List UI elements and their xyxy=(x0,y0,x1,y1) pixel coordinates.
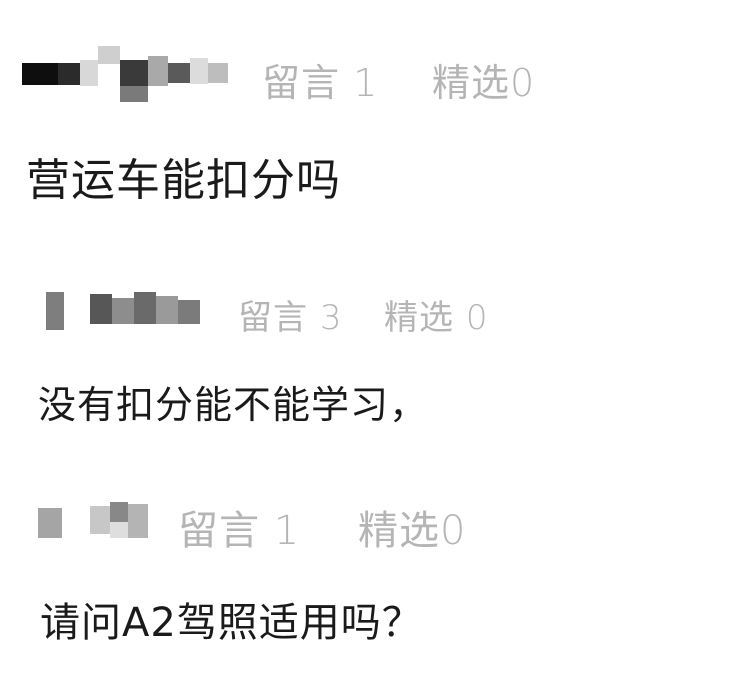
comment-text: 营运车能扣分吗 xyxy=(26,155,341,206)
blurred-username xyxy=(38,492,158,552)
comment-text: 没有扣分能不能学习， xyxy=(38,383,429,427)
reply-count-label: 留言 1 xyxy=(178,508,301,554)
comment-meta: 留言 3 精选 0 xyxy=(0,284,750,344)
blurred-username xyxy=(46,284,216,344)
comment-text: 请问A2驾照适用吗？ xyxy=(40,600,423,646)
pick-count-label: 精选 0 xyxy=(384,298,489,338)
pick-count-label: 精选0 xyxy=(432,61,536,105)
blurred-username xyxy=(22,46,242,106)
comment-meta: 留言 1 精选0 xyxy=(0,492,750,554)
comment-meta: 留言 1 精选0 xyxy=(0,46,750,106)
reply-count-label: 留言 3 xyxy=(238,298,343,338)
pick-count-label: 精选0 xyxy=(358,508,467,554)
reply-count-label: 留言 1 xyxy=(262,61,379,105)
